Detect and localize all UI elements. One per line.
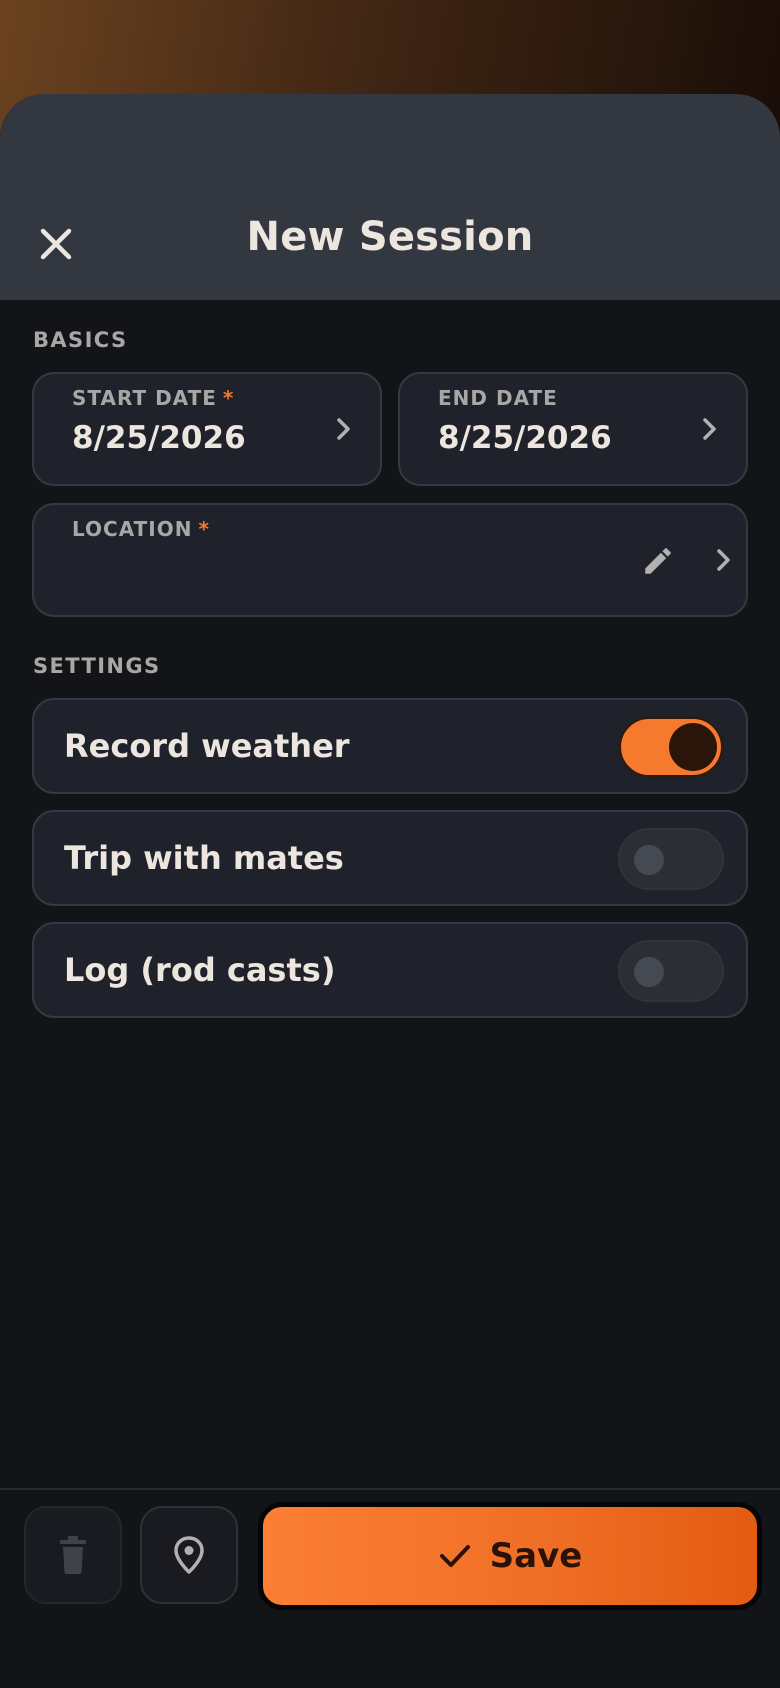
start-date-label: START DATE * — [72, 386, 235, 410]
start-date-value: 8/25/2026 — [72, 420, 246, 456]
save-label: Save — [489, 1536, 583, 1576]
required-marker: * — [198, 517, 210, 541]
end-date-label: END DATE — [438, 386, 558, 410]
chevron-right-icon — [696, 415, 724, 443]
log-rod-casts-toggle[interactable] — [618, 940, 724, 1002]
start-date-field[interactable]: START DATE * 8/25/2026 — [32, 372, 382, 486]
edit-location-button[interactable] — [638, 541, 678, 581]
trash-icon — [60, 1536, 86, 1574]
setting-label: Trip with mates — [64, 839, 344, 877]
end-date-field[interactable]: END DATE 8/25/2026 — [398, 372, 748, 486]
location-label: LOCATION * — [72, 517, 210, 541]
required-marker: * — [222, 386, 235, 410]
end-date-value: 8/25/2026 — [438, 420, 612, 456]
pencil-icon — [645, 548, 671, 574]
record-weather-toggle[interactable] — [618, 716, 724, 778]
new-session-screen: New Session BASICS START DATE * 8/25/2026… — [0, 0, 780, 1688]
toggle-knob — [634, 845, 664, 875]
sheet-header: New Session — [0, 94, 780, 300]
page-title: New Session — [246, 214, 534, 260]
setting-label: Record weather — [64, 727, 350, 765]
chevron-right-icon — [330, 415, 358, 443]
location-field[interactable]: LOCATION * — [32, 503, 748, 617]
toggle-knob — [669, 723, 717, 771]
checkmark-icon — [439, 1545, 470, 1567]
save-button[interactable]: Save — [258, 1502, 762, 1610]
toggle-knob — [634, 957, 664, 987]
delete-button[interactable] — [24, 1506, 122, 1604]
setting-label: Log (rod casts) — [64, 951, 336, 989]
section-label-settings: SETTINGS — [33, 654, 161, 678]
map-pin-icon — [174, 1536, 204, 1574]
setting-row-log-rod-casts: Log (rod casts) — [32, 922, 748, 1018]
trip-with-mates-toggle[interactable] — [618, 828, 724, 890]
setting-row-record-weather: Record weather — [32, 698, 748, 794]
bottom-sheet: New Session BASICS START DATE * 8/25/2026… — [0, 94, 780, 1688]
location-pin-button[interactable] — [140, 1506, 238, 1604]
chevron-right-icon — [710, 546, 738, 574]
bottom-action-bar: Save — [0, 1488, 780, 1688]
section-label-basics: BASICS — [33, 328, 128, 352]
setting-row-trip-with-mates: Trip with mates — [32, 810, 748, 906]
